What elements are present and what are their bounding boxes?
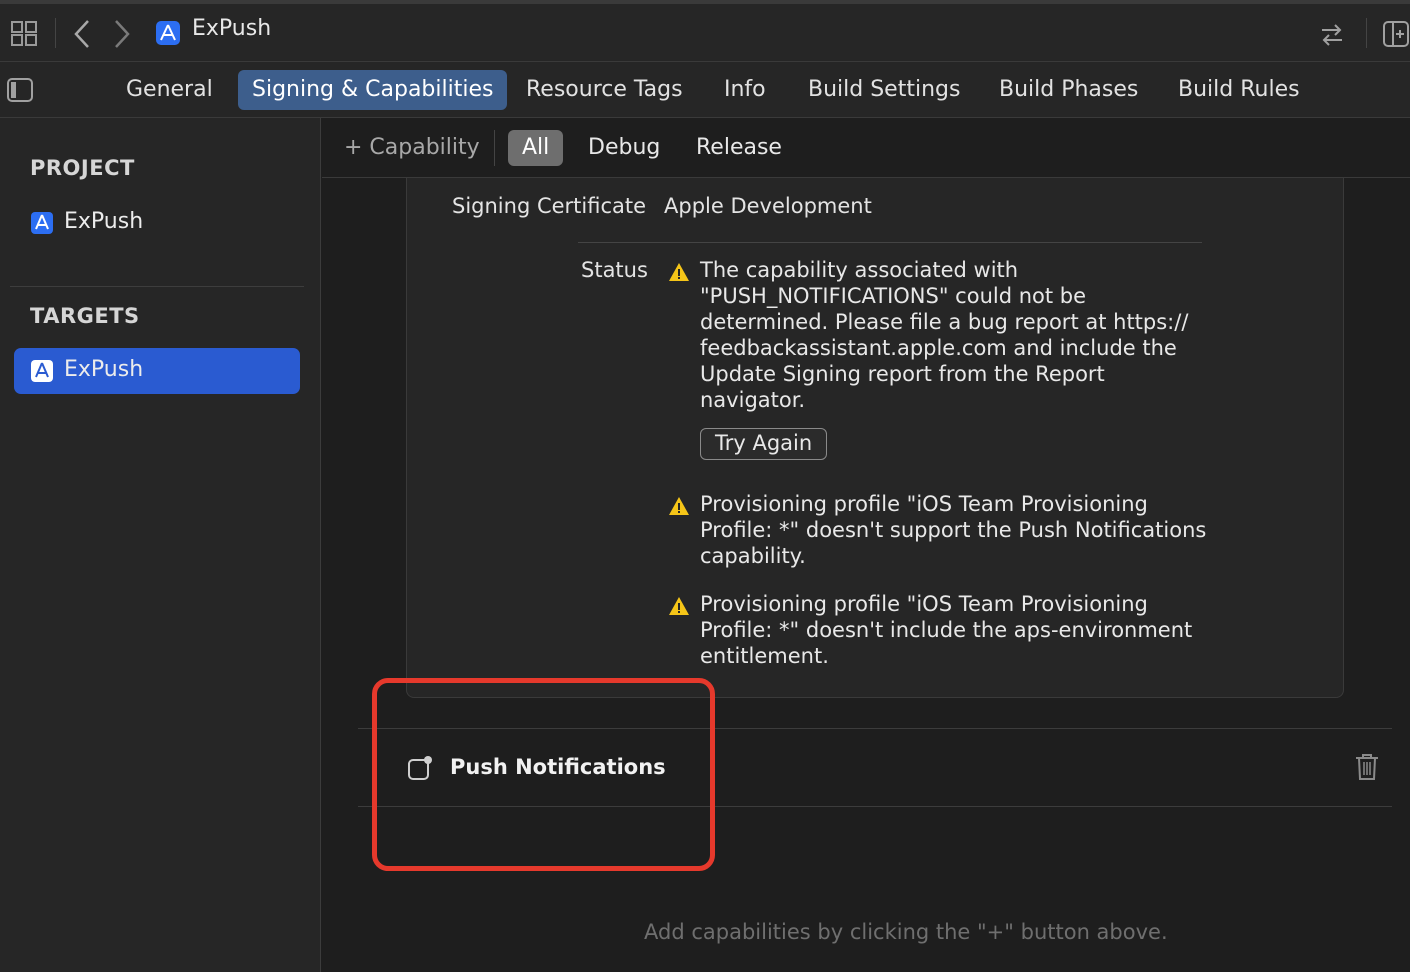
signing-certificate-value: Apple Development <box>664 194 872 218</box>
filter-all[interactable]: All <box>508 130 564 166</box>
highlight-annotation <box>372 678 715 871</box>
targets-header: TARGETS <box>30 304 140 328</box>
sidebar-item-label: ExPush <box>64 357 144 382</box>
sidebar-item-label: ExPush <box>64 209 144 234</box>
project-name[interactable]: ExPush <box>192 16 271 41</box>
warning-icon <box>669 263 689 281</box>
signing-certificate-label: Signing Certificate <box>452 194 647 218</box>
try-again-button[interactable]: Try Again <box>700 428 828 460</box>
grid-icon[interactable] <box>10 20 40 48</box>
project-navigator: PROJECT ExPush TARGETS ExPush <box>0 118 321 972</box>
signing-panel: Signing Certificate Apple Development St… <box>406 178 1344 698</box>
tab-build-phases[interactable]: Build Phases <box>985 70 1152 110</box>
project-icon <box>31 212 53 234</box>
filter-debug[interactable]: Debug <box>574 130 674 166</box>
filter-divider <box>494 130 495 166</box>
swap-icon[interactable] <box>1318 22 1346 48</box>
capability-filter-bar: + Capability All Debug Release <box>322 118 1410 178</box>
status-label: Status <box>581 258 648 282</box>
sidebar-item-target[interactable]: ExPush <box>14 348 300 394</box>
filter-release[interactable]: Release <box>682 130 796 166</box>
sidebar-item-project[interactable]: ExPush <box>14 200 300 246</box>
signing-divider <box>578 242 1202 243</box>
back-icon[interactable] <box>70 18 94 50</box>
target-app-icon <box>31 360 53 382</box>
app-icon <box>156 21 180 45</box>
add-editor-icon[interactable] <box>1382 20 1410 48</box>
project-header: PROJECT <box>30 156 135 180</box>
toolbar-divider-right <box>1366 18 1367 48</box>
tab-general[interactable]: General <box>112 70 227 110</box>
sidebar-divider <box>10 286 304 287</box>
warning-icon <box>669 597 689 615</box>
sidebar-toggle-icon[interactable] <box>6 77 34 103</box>
provisioning-warning-push: Provisioning profile "iOS Team Provision… <box>700 492 1207 568</box>
tab-resource-tags[interactable]: Resource Tags <box>512 70 697 110</box>
window-toolbar: ExPush <box>0 0 1410 62</box>
tab-signing-capabilities[interactable]: Signing & Capabilities <box>238 70 508 110</box>
toolbar-divider <box>55 18 56 48</box>
tab-info[interactable]: Info <box>710 70 780 110</box>
add-capabilities-hint: Add capabilities by clicking the "+" but… <box>644 920 1168 944</box>
warning-icon <box>669 497 689 515</box>
provisioning-warning-entitlement: Provisioning profile "iOS Team Provision… <box>700 592 1193 668</box>
trash-icon[interactable] <box>1354 752 1380 782</box>
tab-build-rules[interactable]: Build Rules <box>1164 70 1314 110</box>
editor-tabs-bar: General Signing & Capabilities Resource … <box>0 62 1410 118</box>
status-message: The capability associated with "PUSH_NOT… <box>700 258 1189 412</box>
forward-icon[interactable] <box>110 18 134 50</box>
add-capability-button[interactable]: + Capability <box>330 130 494 166</box>
tab-build-settings[interactable]: Build Settings <box>794 70 974 110</box>
